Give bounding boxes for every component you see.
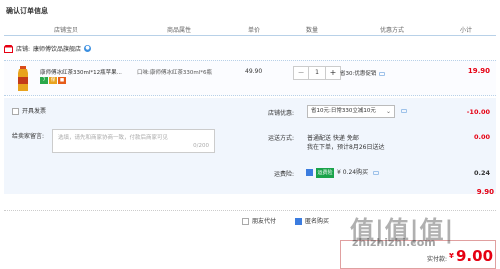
invoice-checkbox[interactable] [12, 108, 19, 115]
payment-label: 实付款: [427, 256, 448, 263]
friend-pay-option[interactable]: 朋友代付 [242, 216, 276, 225]
payment-amount: 9.00 [456, 247, 494, 265]
store-discount-select[interactable]: 省10元:日常330立减10元 ⌄ [307, 105, 395, 118]
promo-tip-icon[interactable] [379, 71, 386, 76]
qty-input[interactable]: 1 [308, 67, 326, 79]
chat-seller-icon[interactable]: ● [84, 45, 92, 52]
promo-info: 省30:优惠促销 [340, 69, 386, 77]
col-subtotal: 小计 [460, 27, 473, 34]
col-promo: 优惠方式 [380, 27, 405, 34]
payment-currency: ¥ [449, 252, 454, 260]
col-attr: 商品属性 [167, 27, 192, 34]
anonymous-label: 匿名购买 [305, 218, 330, 225]
cart-item-row: 康师傅冰红茶330ml*12瓶苹果... 7 保 ■ 口味:康师傅冰红茶330m… [4, 60, 496, 96]
shop-icon [4, 44, 13, 53]
anonymous-option[interactable]: 匿名购买 [295, 216, 329, 225]
anonymous-checkbox[interactable] [295, 218, 302, 225]
invoice-label: 开具发票 [22, 108, 47, 115]
col-product: 店铺宝贝 [54, 27, 79, 34]
insurance-label: 运费险: [274, 171, 295, 178]
shipping-eta: 我在下单，预计8月26日送达 [307, 144, 385, 151]
col-qty: 数量 [306, 27, 319, 34]
product-image[interactable] [16, 66, 30, 92]
qty-minus-button[interactable]: − [294, 67, 308, 79]
product-name[interactable]: 康师傅冰红茶330ml*12瓶苹果... [40, 68, 122, 76]
table-header: 店铺宝贝 商品属性 单价 数量 优惠方式 小计 [4, 22, 496, 36]
insurance-badge: 运费险 [316, 167, 334, 178]
insurance-amount: 0.24 [473, 169, 490, 177]
message-counter: 0/200 [193, 143, 209, 149]
page-title: 确认订单信息 [6, 7, 48, 15]
message-textarea[interactable]: 选填，请先和商家协商一致，付款后商家可见 0/200 [52, 129, 215, 153]
product-badges: 7 保 ■ [40, 77, 66, 84]
store-name[interactable]: 康师傅饮品旗舰店 [33, 44, 81, 53]
quantity-stepper: − 1 + [293, 66, 341, 80]
friend-pay-label: 朋友代付 [252, 218, 277, 225]
store-label: 店铺: [16, 46, 31, 53]
service-icon: ■ [58, 77, 66, 84]
order-options: 开具发票 给卖家留言: 选填，请先和商家协商一致，付款后商家可见 0/200 店… [4, 98, 496, 194]
qty-plus-button[interactable]: + [326, 67, 340, 79]
message-label: 给卖家留言: [12, 133, 45, 140]
insurance-checkbox[interactable] [306, 169, 313, 176]
product-attribute: 口味:康师傅冰红茶330ml*6瓶 [137, 70, 212, 76]
store-header: 店铺: 康师傅饮品旗舰店 ● [4, 44, 92, 53]
store-discount-amount: -10.00 [466, 108, 490, 116]
invoice-option[interactable]: 开具发票 [12, 106, 46, 115]
discount-tip-icon[interactable] [401, 109, 407, 113]
item-subtotal: 19.90 [467, 67, 490, 75]
insurance-tip-icon[interactable] [373, 170, 380, 175]
insurance-option[interactable]: 运费险 ¥ 0.24购买 [306, 167, 380, 178]
store-total: 9.90 [4, 186, 496, 198]
store-discount-label: 店铺优惠: [268, 110, 295, 117]
unit-price: 49.90 [245, 68, 263, 75]
shipping-label: 运送方式: [268, 135, 295, 142]
message-placeholder: 选填，请先和商家协商一致，付款后商家可见 [58, 135, 169, 141]
insurance-price: ¥ 0.24购买 [337, 169, 369, 176]
friend-pay-checkbox[interactable] [242, 218, 249, 225]
col-price: 单价 [248, 27, 261, 34]
guarantee-icon: 保 [49, 77, 57, 84]
return-7day-icon: 7 [40, 77, 48, 84]
shipping-amount: 0.00 [473, 133, 490, 141]
shipping-method: 普通配送 快递 免邮 [307, 135, 359, 142]
chevron-down-icon: ⌄ [385, 108, 391, 115]
watermark-url: zhizhizhi.com [352, 236, 436, 249]
store-total-amount: 9.90 [476, 188, 494, 196]
